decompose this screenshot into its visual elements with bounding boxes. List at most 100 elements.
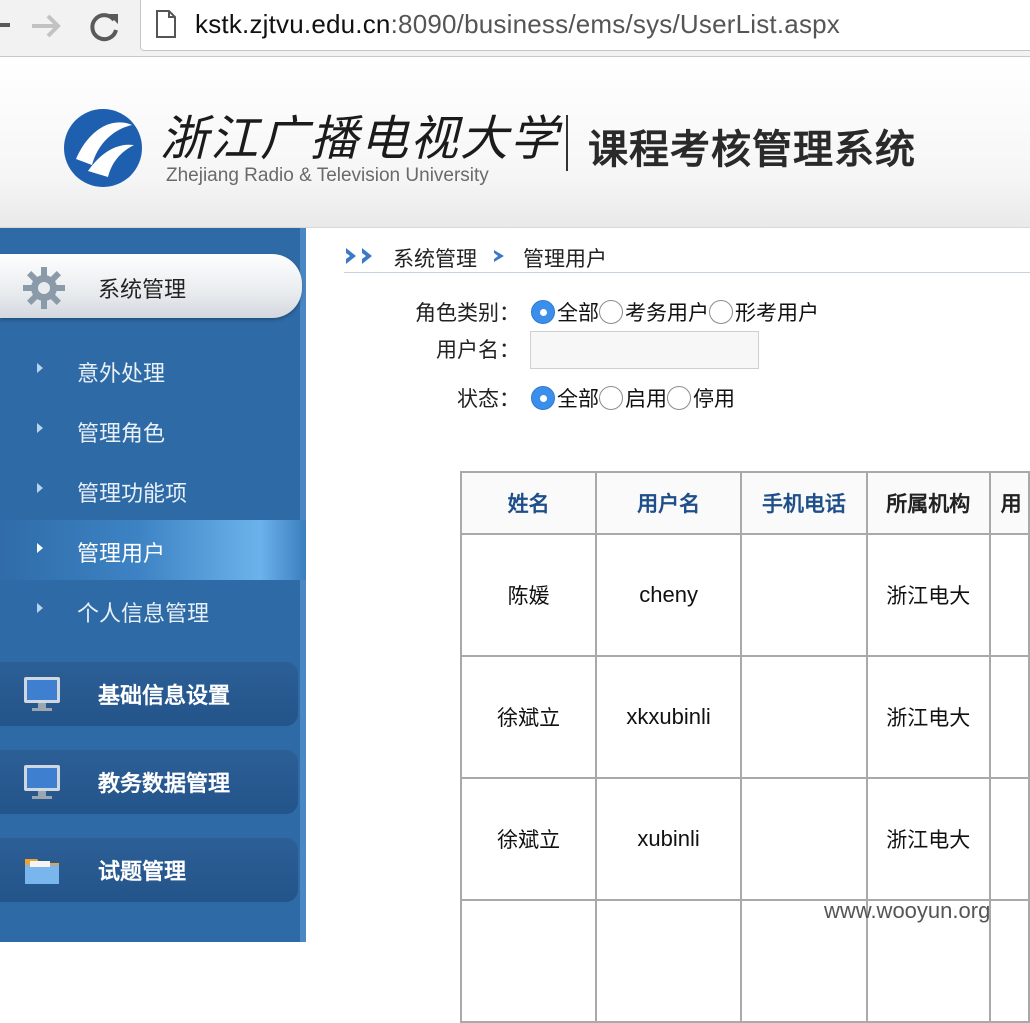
- forward-icon[interactable]: [26, 8, 66, 44]
- radio-icon[interactable]: [709, 300, 733, 324]
- column-header-username[interactable]: 用户名: [595, 471, 742, 535]
- role-filter-label: 角色类别：: [415, 301, 520, 325]
- role-option-all[interactable]: 全部: [531, 297, 599, 327]
- sidebar-item-label: 意外处理: [77, 362, 166, 387]
- chevron-right-icon: [37, 423, 43, 433]
- sidebar-sub-menu: 意外处理 管理角色 管理功能项 管理用户 个人信息管理: [0, 340, 306, 640]
- cell-name: 徐斌立: [459, 777, 598, 901]
- cell-username: [595, 899, 742, 1023]
- sidebar-item-users[interactable]: 管理用户: [0, 520, 306, 580]
- username-filter-label: 用户名：: [436, 338, 520, 362]
- radio-label: 全部: [557, 387, 599, 411]
- sidebar-item-roles[interactable]: 管理角色: [0, 400, 306, 460]
- status-option-all[interactable]: 全部: [531, 383, 599, 413]
- cell-name: 徐斌立: [459, 655, 598, 779]
- status-option-enabled[interactable]: 启用: [599, 383, 667, 413]
- sidebar-item-exception[interactable]: 意外处理: [0, 340, 306, 400]
- sidebar-group-questions[interactable]: 试题管理: [0, 838, 298, 902]
- breadcrumb-root[interactable]: 系统管理: [393, 243, 477, 273]
- chevron-right-icon: [494, 250, 504, 262]
- university-name-en: Zhejiang Radio & Television University: [166, 165, 489, 186]
- table-header-row: 姓名 用户名 手机电话 所属机构 用: [459, 471, 1030, 535]
- cell-truncated: [988, 899, 1030, 1023]
- browser-toolbar: kstk.zjtvu.edu.cn:8090/business/ems/sys/…: [0, 0, 1030, 57]
- site-header: 浙江广播电视大学 Zhejiang Radio & Television Uni…: [0, 57, 1030, 228]
- system-title: 课程考核管理系统: [588, 127, 916, 173]
- status-filter-label: 状态：: [457, 387, 520, 411]
- page-icon: [156, 10, 176, 38]
- radio-label: 考务用户: [625, 301, 709, 325]
- role-radio-group: 全部 考务用户 形考用户: [531, 295, 819, 329]
- double-chevron-icon: [346, 248, 372, 264]
- url-host: kstk.zjtvu.edu.cn: [195, 9, 391, 39]
- username-input[interactable]: [530, 331, 759, 369]
- table-row[interactable]: 徐斌立 xkxubinli 浙江电大: [459, 655, 1030, 779]
- cell-org: 浙江电大: [866, 533, 991, 657]
- status-filter-row: 状态： 全部 启用 停用: [306, 381, 1030, 415]
- gear-icon: [23, 267, 65, 309]
- cell-username: xubinli: [595, 777, 742, 901]
- cell-truncated: [988, 533, 1030, 657]
- table-row[interactable]: 徐斌立 xubinli 浙江电大: [459, 777, 1030, 901]
- breadcrumb-current: 管理用户: [523, 247, 607, 271]
- sidebar-group-system[interactable]: 系统管理: [0, 254, 302, 318]
- radio-label: 启用: [625, 387, 667, 411]
- address-bar[interactable]: kstk.zjtvu.edu.cn:8090/business/ems/sys/…: [140, 0, 1030, 51]
- column-header-name[interactable]: 姓名: [459, 471, 598, 535]
- cell-phone: [739, 777, 869, 901]
- sidebar-group-label: 基础信息设置: [98, 684, 231, 709]
- status-option-disabled[interactable]: 停用: [667, 383, 735, 413]
- chevron-right-icon: [37, 543, 43, 553]
- reload-icon[interactable]: [86, 8, 122, 44]
- table-row[interactable]: 陈媛 cheny 浙江电大: [459, 533, 1030, 657]
- sidebar-item-label: 管理功能项: [77, 482, 188, 507]
- main-content: 系统管理 管理用户 角色类别： 全部 考务用户 形考用户 用户名： 状态： 全部…: [306, 228, 1030, 1023]
- cell-username: cheny: [595, 533, 742, 657]
- sidebar-item-label: 管理角色: [77, 422, 166, 447]
- university-logo: [64, 109, 142, 187]
- chevron-right-icon: [37, 483, 43, 493]
- sidebar-item-functions[interactable]: 管理功能项: [0, 460, 306, 520]
- role-option-exam-staff[interactable]: 考务用户: [599, 297, 709, 327]
- sidebar-item-profile[interactable]: 个人信息管理: [0, 580, 306, 640]
- username-filter-row: 用户名：: [306, 331, 1030, 369]
- back-icon[interactable]: [0, 10, 12, 40]
- sidebar-group-basic-info[interactable]: 基础信息设置: [0, 662, 298, 726]
- column-header-truncated: 用: [988, 471, 1030, 535]
- cell-name: [459, 899, 598, 1023]
- sidebar: 系统管理 意外处理 管理角色 管理功能项 管理用户 个人信息管理 基础信息设置 …: [0, 228, 306, 942]
- radio-label: 停用: [693, 387, 735, 411]
- radio-label: 全部: [557, 301, 599, 325]
- folder-icon: [25, 859, 59, 884]
- role-option-formative[interactable]: 形考用户: [709, 297, 819, 327]
- cell-username: xkxubinli: [595, 655, 742, 779]
- column-header-org: 所属机构: [866, 471, 991, 535]
- cell-phone: [739, 533, 869, 657]
- sidebar-group-academic-data[interactable]: 教务数据管理: [0, 750, 298, 814]
- url-text: kstk.zjtvu.edu.cn:8090/business/ems/sys/…: [195, 9, 840, 40]
- radio-label: 形考用户: [735, 301, 819, 325]
- url-path: :8090/business/ems/sys/UserList.aspx: [390, 9, 840, 39]
- radio-selected-icon[interactable]: [531, 386, 555, 410]
- chevron-right-icon: [37, 363, 43, 373]
- user-table: 姓名 用户名 手机电话 所属机构 用 陈媛 cheny 浙江电大 徐斌立 xkx…: [459, 471, 1030, 1023]
- radio-icon[interactable]: [599, 300, 623, 324]
- radio-selected-icon[interactable]: [531, 300, 555, 324]
- cell-truncated: [988, 655, 1030, 779]
- sidebar-group-label: 系统管理: [98, 278, 187, 303]
- radio-icon[interactable]: [599, 386, 623, 410]
- sidebar-item-label: 管理用户: [77, 542, 166, 567]
- monitor-icon: [24, 677, 60, 711]
- status-radio-group: 全部 启用 停用: [531, 381, 735, 415]
- column-header-phone[interactable]: 手机电话: [739, 471, 869, 535]
- cell-truncated: [988, 777, 1030, 901]
- sidebar-group-label: 试题管理: [98, 860, 187, 885]
- radio-icon[interactable]: [667, 386, 691, 410]
- university-name-cn: 浙江广播电视大学: [160, 111, 561, 167]
- header-divider: [566, 115, 568, 171]
- sidebar-group-label: 教务数据管理: [98, 772, 231, 797]
- cell-phone: [739, 655, 869, 779]
- chevron-right-icon: [37, 603, 43, 613]
- cell-org: 浙江电大: [866, 777, 991, 901]
- cell-name: 陈媛: [459, 533, 598, 657]
